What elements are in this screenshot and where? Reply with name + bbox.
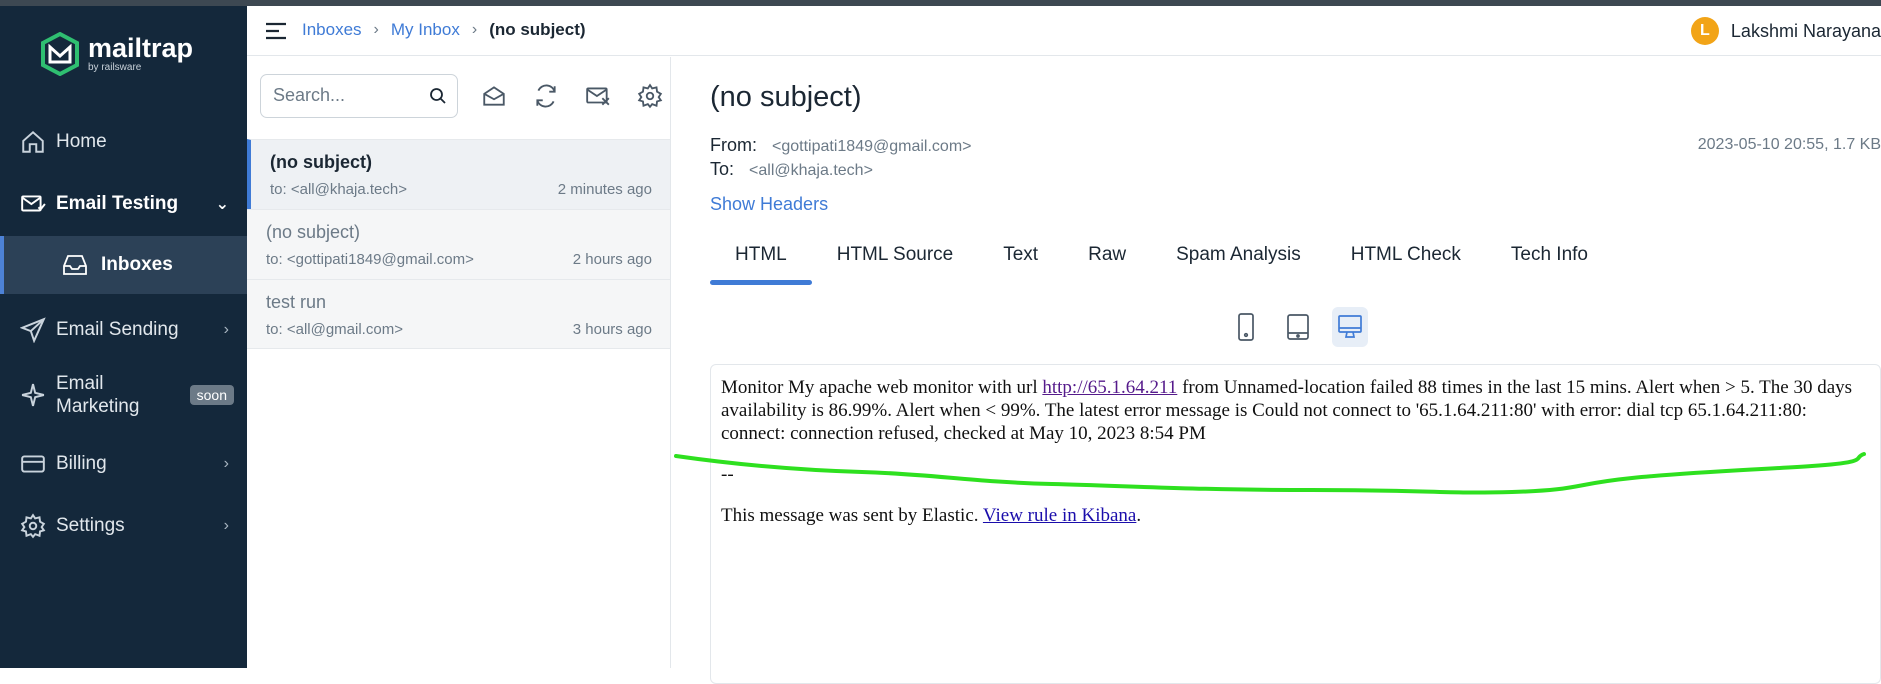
sidebar-item-label-group: Email Marketing xyxy=(56,372,139,418)
mark-read-icon[interactable] xyxy=(481,83,507,109)
search-icon[interactable] xyxy=(429,87,447,105)
tab-raw[interactable]: Raw xyxy=(1063,235,1151,285)
message-subject: (no subject) xyxy=(266,222,361,242)
tablet-icon xyxy=(1287,314,1309,340)
user-menu[interactable]: L Lakshmi Narayana xyxy=(1690,17,1881,45)
chevron-down-icon: ⌄ xyxy=(215,196,229,213)
chevron-right-icon: › xyxy=(223,517,229,534)
message-detail-pane: (no subject) From: <gottipati1849@gmail.… xyxy=(672,57,1881,684)
sidebar-item-label-line2: Marketing xyxy=(56,396,140,417)
breadcrumb-my-inbox-link[interactable]: My Inbox xyxy=(391,20,460,40)
message-tabs: HTML HTML Source Text Raw Spam Analysis … xyxy=(710,235,1613,285)
sparkle-icon xyxy=(21,383,45,407)
email-testing-icon xyxy=(21,195,46,212)
from-row: From: <gottipati1849@gmail.com> xyxy=(710,135,971,156)
sidebar-item-label: Email xyxy=(56,373,104,394)
message-list-pane: (no subject) to: <all@khaja.tech> 2 minu… xyxy=(247,57,671,668)
sidebar-subitem-label: Inboxes xyxy=(101,254,173,275)
sidebar: mailtrap by railsware Home Email Testing… xyxy=(0,6,247,668)
sidebar-item-label: Email Sending xyxy=(56,319,179,340)
soon-badge: soon xyxy=(189,385,234,405)
mobile-view-button[interactable] xyxy=(1228,307,1264,347)
inbox-icon xyxy=(63,255,87,275)
sidebar-item-label: Email Testing xyxy=(56,193,179,214)
to-row: To: <all@khaja.tech> xyxy=(710,159,873,180)
gear-icon xyxy=(20,513,46,539)
desktop-icon xyxy=(1338,315,1362,338)
breadcrumb-current: (no subject) xyxy=(489,20,586,39)
email-footer-text: . xyxy=(1136,505,1142,526)
email-body-text: Monitor My apache web monitor with url xyxy=(721,377,1043,398)
home-icon xyxy=(22,130,44,153)
sidebar-item-email-sending[interactable]: Email Sending › xyxy=(0,303,247,357)
inbox-settings-icon[interactable] xyxy=(637,83,663,109)
sidebar-item-settings[interactable]: Settings › xyxy=(0,499,247,553)
mailtrap-logo-icon xyxy=(41,32,79,76)
billing-icon xyxy=(21,455,45,473)
tab-spam-analysis[interactable]: Spam Analysis xyxy=(1151,235,1326,285)
sidebar-item-label: Settings xyxy=(56,515,125,536)
tab-tech-info[interactable]: Tech Info xyxy=(1486,235,1613,285)
sidebar-item-home[interactable]: Home xyxy=(0,115,247,169)
refresh-icon[interactable] xyxy=(533,83,559,109)
email-separator: -- xyxy=(721,464,734,485)
tab-html-source[interactable]: HTML Source xyxy=(812,235,979,285)
message-list-item[interactable]: (no subject) to: <all@khaja.tech> 2 minu… xyxy=(247,139,670,209)
message-meta: 2023-05-10 20:55, 1.7 KB xyxy=(1697,136,1881,153)
mailtrap-logo[interactable]: mailtrap by railsware xyxy=(40,32,193,76)
email-body-paragraph: Monitor My apache web monitor with url h… xyxy=(721,376,1870,445)
avatar: L xyxy=(1690,17,1719,45)
sidebar-item-label: Billing xyxy=(56,453,107,474)
email-footer-paragraph: This message was sent by Elastic. View r… xyxy=(721,504,1870,527)
breadcrumb-inboxes-link[interactable]: Inboxes xyxy=(302,20,362,40)
message-time: 2 hours ago xyxy=(572,251,652,268)
message-time: 2 minutes ago xyxy=(557,181,652,198)
sidebar-item-label: Home xyxy=(56,131,107,152)
chevron-right-icon: › xyxy=(223,321,229,338)
message-recipient: to: <gottipati1849@gmail.com> xyxy=(266,251,474,268)
sidebar-item-email-marketing[interactable]: Email Marketing soon xyxy=(0,361,247,429)
sidebar-subitem-inboxes[interactable]: Inboxes xyxy=(0,236,247,294)
message-subject: test run xyxy=(266,292,327,312)
search-box xyxy=(260,74,458,118)
sidebar-item-billing[interactable]: Billing › xyxy=(0,437,247,491)
to-address: <all@khaja.tech> xyxy=(749,162,873,179)
mobile-icon xyxy=(1238,313,1254,341)
clear-inbox-icon[interactable] xyxy=(585,83,611,109)
from-address: <gottipati1849@gmail.com> xyxy=(772,138,972,155)
tablet-view-button[interactable] xyxy=(1280,307,1316,347)
chevron-right-icon: › xyxy=(223,455,229,472)
breadcrumb: Inboxes › My Inbox › (no subject) xyxy=(302,20,586,40)
desktop-view-button[interactable] xyxy=(1332,307,1368,347)
breadcrumb-separator-icon: › xyxy=(373,21,379,38)
logo-wordmark: mailtrap xyxy=(88,32,194,63)
kibana-rule-link[interactable]: View rule in Kibana xyxy=(983,505,1136,526)
search-input[interactable] xyxy=(273,85,423,106)
monitor-url-link[interactable]: http://65.1.64.211 xyxy=(1042,377,1177,398)
email-footer-text: This message was sent by Elastic. xyxy=(721,505,983,526)
show-headers-link[interactable]: Show Headers xyxy=(710,194,828,215)
message-list-item[interactable]: test run to: <all@gmail.com> 3 hours ago xyxy=(247,279,670,349)
tab-text[interactable]: Text xyxy=(978,235,1063,285)
message-recipient: to: <all@gmail.com> xyxy=(266,321,403,338)
to-label: To: xyxy=(710,159,735,179)
send-icon xyxy=(20,317,46,343)
from-label: From: xyxy=(710,135,757,155)
tab-html[interactable]: HTML xyxy=(710,235,812,285)
preview-size-toggle xyxy=(1228,307,1368,347)
user-name: Lakshmi Narayana xyxy=(1730,20,1881,41)
email-html-preview: Monitor My apache web monitor with url h… xyxy=(710,364,1881,684)
top-bar: Inboxes › My Inbox › (no subject) L Laks… xyxy=(247,6,1881,56)
message-subject: (no subject) xyxy=(270,152,372,172)
message-recipient: to: <all@khaja.tech> xyxy=(270,181,407,198)
breadcrumb-separator-icon: › xyxy=(471,21,478,38)
message-title: (no subject) xyxy=(710,81,862,113)
message-time: 3 hours ago xyxy=(572,321,652,338)
tab-html-check[interactable]: HTML Check xyxy=(1326,235,1486,285)
message-list-item[interactable]: (no subject) to: <gottipati1849@gmail.co… xyxy=(247,209,670,279)
logo-subtitle: by railsware xyxy=(88,61,142,73)
logo-text-group: mailtrap by railsware xyxy=(80,32,194,74)
menu-toggle-icon[interactable] xyxy=(265,22,287,40)
sidebar-item-email-testing[interactable]: Email Testing ⌄ xyxy=(0,177,247,231)
